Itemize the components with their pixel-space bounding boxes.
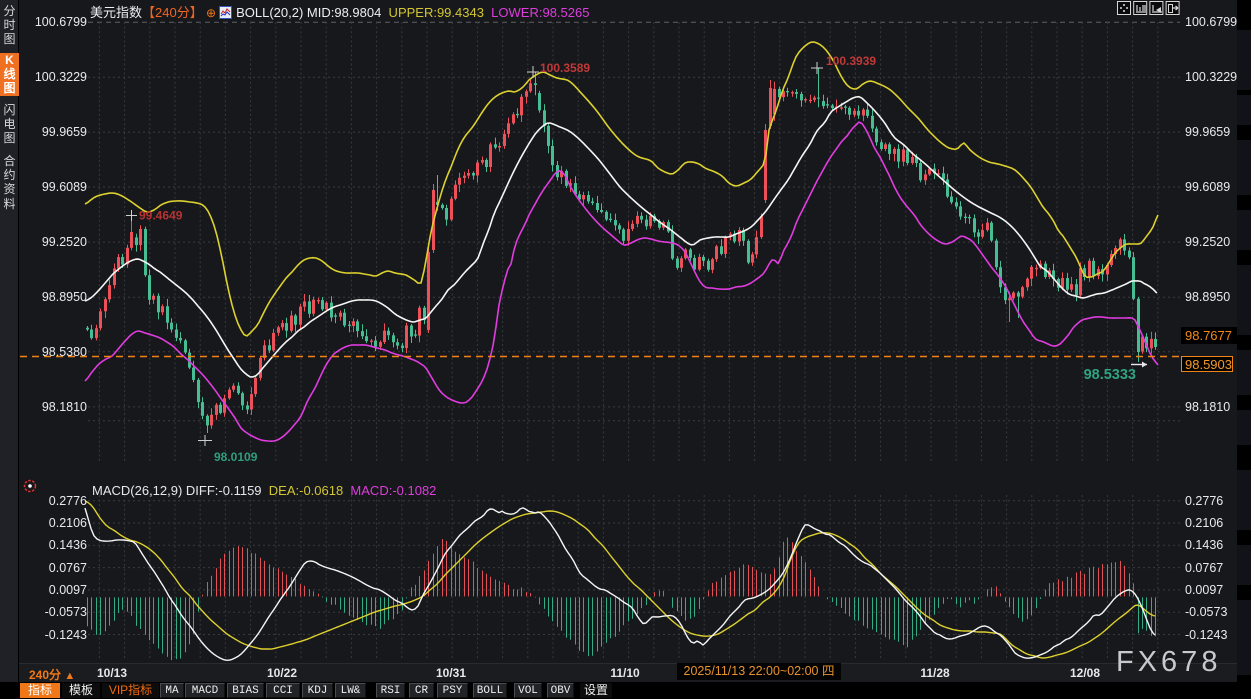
svg-text:100.3939: 100.3939 (826, 54, 876, 68)
svg-text:98.0109: 98.0109 (214, 450, 258, 464)
svg-text:98.5333: 98.5333 (1084, 367, 1136, 383)
svg-text:99.4649: 99.4649 (139, 209, 183, 223)
svg-text:100.3589: 100.3589 (540, 61, 590, 75)
